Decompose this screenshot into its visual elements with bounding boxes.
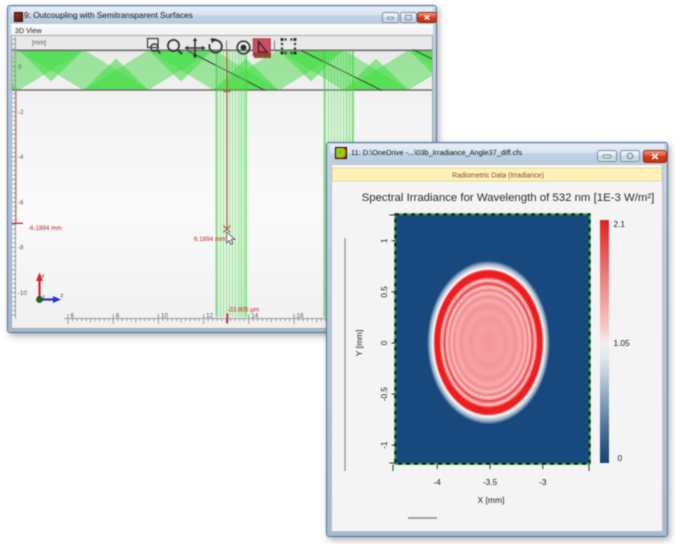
svg-text:0: 0 xyxy=(379,340,389,345)
svg-text:10: 10 xyxy=(161,313,168,320)
svg-text:-23.805 µm: -23.805 µm xyxy=(227,307,259,314)
svg-text:1.05: 1.05 xyxy=(614,338,631,348)
svg-text:-10: -10 xyxy=(18,290,28,297)
svg-text:6: 6 xyxy=(71,313,75,320)
svg-text:-4: -4 xyxy=(434,477,442,487)
svg-text:-2: -2 xyxy=(18,109,24,116)
svg-text:[mm]: [mm] xyxy=(32,40,46,47)
svg-text:0: 0 xyxy=(618,453,623,463)
svg-text:6.1894 mm: 6.1894 mm xyxy=(194,236,226,243)
svg-text:0: 0 xyxy=(18,64,22,71)
svg-text:2.1: 2.1 xyxy=(614,219,626,229)
svg-text:X [mm]: X [mm] xyxy=(478,495,505,505)
svg-text:12: 12 xyxy=(206,313,213,320)
svg-text:-3.5: -3.5 xyxy=(483,477,498,487)
svg-text:Y [mm]: Y [mm] xyxy=(354,330,364,357)
svg-text:-6.1894 mm: -6.1894 mm xyxy=(28,225,62,232)
svg-text:1: 1 xyxy=(379,238,389,243)
svg-text:z: z xyxy=(61,293,64,299)
svg-text:x: x xyxy=(42,274,45,280)
svg-text:-8: -8 xyxy=(18,245,24,252)
svg-text:-3: -3 xyxy=(539,477,547,487)
svg-text:-4: -4 xyxy=(18,154,24,161)
svg-text:14: 14 xyxy=(251,313,258,320)
svg-text:-0.5: -0.5 xyxy=(379,387,389,402)
svg-text:16: 16 xyxy=(297,313,304,320)
svg-text:Spectral Irradiance for Wavele: Spectral Irradiance for Wavelength of 53… xyxy=(362,192,655,204)
svg-text:-6: -6 xyxy=(18,199,24,206)
svg-text:Radiometric Data (Irradiance): Radiometric Data (Irradiance) xyxy=(452,173,544,180)
svg-text:-1: -1 xyxy=(379,441,389,449)
svg-text:0.5: 0.5 xyxy=(379,286,389,298)
svg-text:8: 8 xyxy=(116,313,120,320)
